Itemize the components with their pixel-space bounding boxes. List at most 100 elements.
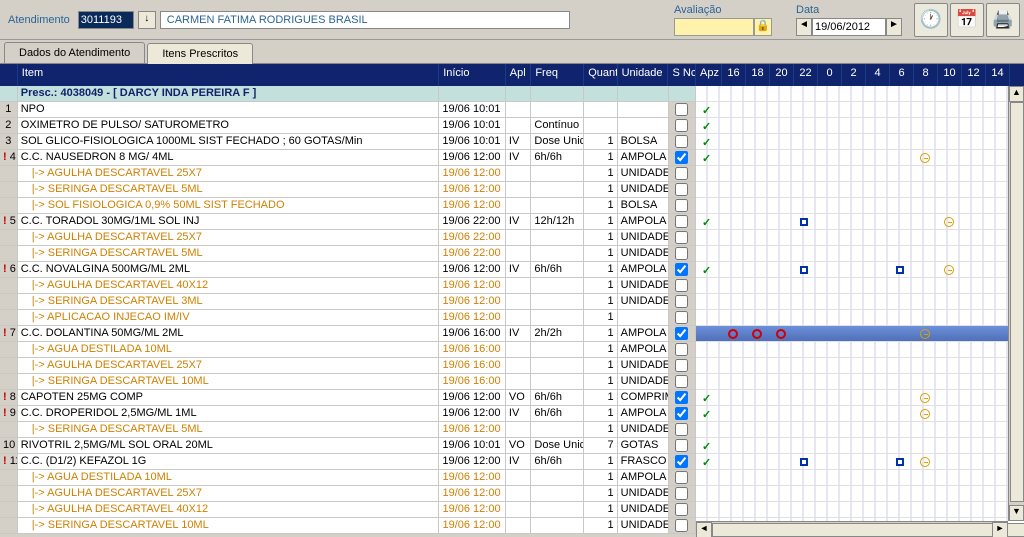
table-row[interactable]: |-> AGULHA DESCARTAVEL 40X1219/06 12:001… bbox=[0, 502, 696, 518]
row-checkbox[interactable] bbox=[675, 295, 688, 308]
clock-marker-icon[interactable] bbox=[944, 217, 954, 227]
table-row[interactable]: |-> AGULHA DESCARTAVEL 25X719/06 22:001U… bbox=[0, 230, 696, 246]
tick-icon[interactable]: ✓ bbox=[702, 216, 714, 228]
col-hour-0[interactable]: 0 bbox=[818, 64, 842, 86]
row-checkbox[interactable] bbox=[675, 359, 688, 372]
table-row[interactable]: ! 4C.C. NAUSEDRON 8 MG/ 4ML19/06 12:00IV… bbox=[0, 150, 696, 166]
row-checkbox[interactable] bbox=[675, 407, 688, 420]
tick-icon[interactable]: ✓ bbox=[702, 104, 714, 116]
table-row[interactable]: |-> SERINGA DESCARTAVEL 3ML19/06 12:001U… bbox=[0, 294, 696, 310]
table-row[interactable]: |-> AGULHA DESCARTAVEL 40X1219/06 12:001… bbox=[0, 278, 696, 294]
row-checkbox[interactable] bbox=[675, 423, 688, 436]
row-checkbox[interactable] bbox=[675, 183, 688, 196]
table-row[interactable]: |-> APLICACAO INJECAO IM/IV19/06 12:001 bbox=[0, 310, 696, 326]
table-row[interactable]: |-> SERINGA DESCARTAVEL 10ML19/06 16:001… bbox=[0, 374, 696, 390]
table-row[interactable]: ! 7C.C. DOLANTINA 50MG/ML 2ML19/06 16:00… bbox=[0, 326, 696, 342]
col-hour-10[interactable]: 10 bbox=[938, 64, 962, 86]
clock-icon[interactable]: 🕐 bbox=[914, 3, 948, 37]
table-row[interactable]: |-> SERINGA DESCARTAVEL 5ML19/06 22:001U… bbox=[0, 246, 696, 262]
tick-icon[interactable]: ✓ bbox=[702, 440, 714, 452]
tick-icon[interactable]: ✓ bbox=[702, 456, 714, 468]
tab-dados[interactable]: Dados do Atendimento bbox=[4, 42, 145, 63]
row-checkbox[interactable] bbox=[675, 151, 688, 164]
atendimento-input[interactable] bbox=[78, 11, 134, 29]
col-apz[interactable]: Apz bbox=[696, 64, 722, 86]
scheduled-square-icon[interactable] bbox=[800, 458, 808, 466]
scroll-up-button[interactable]: ▲ bbox=[1009, 86, 1024, 102]
col-item[interactable]: Item bbox=[18, 64, 439, 86]
clock-marker-icon[interactable] bbox=[920, 457, 930, 467]
col-hour-16[interactable]: 16 bbox=[722, 64, 746, 86]
col-hour-6[interactable]: 6 bbox=[890, 64, 914, 86]
table-row[interactable]: |-> AGULHA DESCARTAVEL 25X719/06 16:001U… bbox=[0, 358, 696, 374]
date-input[interactable] bbox=[812, 18, 886, 36]
tick-icon[interactable]: ✓ bbox=[702, 392, 714, 404]
row-checkbox[interactable] bbox=[675, 167, 688, 180]
tick-icon[interactable]: ✓ bbox=[702, 120, 714, 132]
table-row[interactable]: ! 8CAPOTEN 25MG COMP19/06 12:00VO6h/6h1C… bbox=[0, 390, 696, 406]
col-hour-2[interactable]: 2 bbox=[842, 64, 866, 86]
table-row[interactable]: ! 9C.C. DROPERIDOL 2,5MG/ML 1ML19/06 12:… bbox=[0, 406, 696, 422]
row-checkbox[interactable] bbox=[675, 343, 688, 356]
table-row[interactable]: |-> AGUA DESTILADA 10ML19/06 16:001AMPOL… bbox=[0, 342, 696, 358]
calendar-icon[interactable]: 📅 bbox=[950, 3, 984, 37]
lock-icon[interactable]: 🔒 bbox=[754, 18, 772, 36]
table-row[interactable]: |-> AGULHA DESCARTAVEL 25X719/06 12:001U… bbox=[0, 166, 696, 182]
col-hour-4[interactable]: 4 bbox=[866, 64, 890, 86]
row-checkbox[interactable] bbox=[675, 455, 688, 468]
clock-marker-icon[interactable] bbox=[920, 409, 930, 419]
row-checkbox[interactable] bbox=[675, 439, 688, 452]
col-hour-18[interactable]: 18 bbox=[746, 64, 770, 86]
alert-dot-icon[interactable] bbox=[776, 329, 786, 339]
prescription-header-row[interactable]: Presc.: 4038049 - [ DARCY INDA PEREIRA F… bbox=[0, 86, 696, 102]
tick-icon[interactable]: ✓ bbox=[702, 264, 714, 276]
row-checkbox[interactable] bbox=[675, 391, 688, 404]
col-hour-8[interactable]: 8 bbox=[914, 64, 938, 86]
clock-marker-icon[interactable] bbox=[920, 329, 930, 339]
col-hour-22[interactable]: 22 bbox=[794, 64, 818, 86]
row-checkbox[interactable] bbox=[675, 215, 688, 228]
table-row[interactable]: |-> SERINGA DESCARTAVEL 5ML19/06 12:001U… bbox=[0, 422, 696, 438]
table-row[interactable]: 1NPO19/06 10:01 bbox=[0, 102, 696, 118]
alert-dot-icon[interactable] bbox=[752, 329, 762, 339]
row-checkbox[interactable] bbox=[675, 199, 688, 212]
table-row[interactable]: |-> SOL FISIOLOGICA 0,9% 50ML SIST FECHA… bbox=[0, 198, 696, 214]
table-row[interactable]: |-> SERINGA DESCARTAVEL 5ML19/06 12:001U… bbox=[0, 182, 696, 198]
tick-icon[interactable]: ✓ bbox=[702, 136, 714, 148]
date-prev-button[interactable]: ◄ bbox=[796, 18, 812, 36]
row-checkbox[interactable] bbox=[675, 471, 688, 484]
col-inicio[interactable]: Início bbox=[439, 64, 506, 86]
clock-marker-icon[interactable] bbox=[944, 265, 954, 275]
scheduled-square-icon[interactable] bbox=[800, 218, 808, 226]
avaliacao-field[interactable] bbox=[674, 18, 754, 36]
alert-dot-icon[interactable] bbox=[728, 329, 738, 339]
table-row[interactable]: |-> AGULHA DESCARTAVEL 25X719/06 12:001U… bbox=[0, 486, 696, 502]
row-checkbox[interactable] bbox=[675, 103, 688, 116]
table-row[interactable]: 2OXIMETRO DE PULSO/ SATUROMETRO19/06 10:… bbox=[0, 118, 696, 134]
col-freq[interactable]: Freq bbox=[531, 64, 584, 86]
table-row[interactable]: ! 6C.C. NOVALGINA 500MG/ML 2ML19/06 12:0… bbox=[0, 262, 696, 278]
row-checkbox[interactable] bbox=[675, 135, 688, 148]
scroll-thumb[interactable] bbox=[1010, 102, 1024, 502]
col-hour-14[interactable]: 14 bbox=[986, 64, 1010, 86]
scheduled-square-icon[interactable] bbox=[800, 266, 808, 274]
tick-icon[interactable]: ✓ bbox=[702, 408, 714, 420]
table-row[interactable]: ! 5C.C. TORADOL 30MG/1ML SOL INJ19/06 22… bbox=[0, 214, 696, 230]
date-next-button[interactable]: ► bbox=[886, 18, 902, 36]
row-checkbox[interactable] bbox=[675, 279, 688, 292]
vertical-scrollbar[interactable]: ▲ ▼ bbox=[1008, 86, 1024, 521]
scheduled-square-icon[interactable] bbox=[896, 266, 904, 274]
col-apl[interactable]: Apl bbox=[506, 64, 532, 86]
clock-marker-icon[interactable] bbox=[920, 153, 930, 163]
col-hour-12[interactable]: 12 bbox=[962, 64, 986, 86]
row-checkbox[interactable] bbox=[675, 263, 688, 276]
scroll-down-button[interactable]: ▼ bbox=[1009, 505, 1024, 521]
tick-icon[interactable]: ✓ bbox=[702, 152, 714, 164]
clock-marker-icon[interactable] bbox=[920, 393, 930, 403]
horizontal-scrollbar[interactable]: ◄ ► bbox=[696, 521, 1008, 537]
row-checkbox[interactable] bbox=[675, 487, 688, 500]
row-checkbox[interactable] bbox=[675, 119, 688, 132]
row-checkbox[interactable] bbox=[675, 375, 688, 388]
row-checkbox[interactable] bbox=[675, 311, 688, 324]
col-hour-20[interactable]: 20 bbox=[770, 64, 794, 86]
